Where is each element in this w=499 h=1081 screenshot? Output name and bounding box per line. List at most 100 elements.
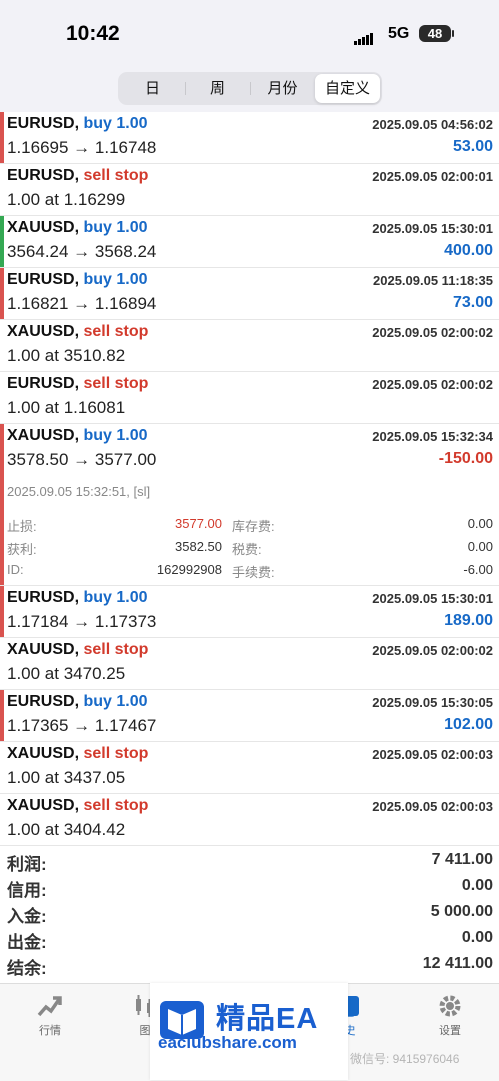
tab-settings-label: 设置: [439, 1025, 461, 1037]
trade-row[interactable]: XAUUSD, sell stop 1.00 at 3510.82 2025.09.…: [0, 320, 499, 372]
detail-id-label: ID:: [7, 562, 24, 577]
trade-row[interactable]: EURUSD, sell stop 1.00 at 1.16299 2025.09.…: [0, 164, 499, 216]
trade-datetime: 2025.09.05 02:00:01: [372, 169, 493, 184]
trade-prices: 1.16695 → 1.16748: [7, 138, 157, 157]
trade-prices: 3564.24 → 3568.24: [7, 242, 157, 261]
status-indicator-bar: [0, 424, 4, 585]
trade-title: XAUUSD, buy 1.00: [7, 219, 148, 237]
trade-symbol: EURUSD,: [7, 375, 80, 392]
trade-prices: 3578.50 → 3577.00: [7, 450, 157, 469]
trade-datetime: 2025.09.05 02:00:03: [372, 747, 493, 762]
trade-title: EURUSD, sell stop: [7, 375, 148, 393]
trade-title: XAUUSD, buy 1.00: [7, 427, 148, 445]
trade-symbol: EURUSD,: [7, 115, 80, 132]
trade-title: XAUUSD, sell stop: [7, 323, 148, 341]
trade-prices: 1.00 at 3437.05: [7, 768, 126, 787]
summary-label: 利润:: [7, 855, 47, 874]
detail-stop_loss-label: 止损:: [7, 519, 37, 534]
trade-row[interactable]: XAUUSD, sell stop 1.00 at 3470.25 2025.09.…: [0, 638, 499, 690]
trade-symbol: EURUSD,: [7, 271, 80, 288]
trade-row[interactable]: XAUUSD, sell stop 1.00 at 3404.42 2025.09.…: [0, 794, 499, 846]
network-label: 5G: [388, 25, 410, 42]
status-indicator-bar: [0, 268, 4, 319]
trade-profit: 189.00: [444, 612, 493, 629]
trade-row[interactable]: EURUSD, buy 1.00 1.16821 → 1.16894 2025.09…: [0, 268, 499, 320]
account-summary: 利润: 7 411.00 信用: 0.00 入金: 5 000.00 出金: 0.00 结余: 1…: [0, 848, 499, 978]
trade-action: buy 1.00: [83, 693, 148, 710]
ad-overlay[interactable]: 精品EA eaclubshare.com: [150, 983, 348, 1080]
trade-action: sell stop: [83, 745, 149, 762]
trade-action: sell stop: [83, 641, 149, 658]
trade-title: EURUSD, buy 1.00: [7, 115, 148, 133]
trending-icon: [10, 992, 90, 1020]
trade-symbol: XAUUSD,: [7, 323, 80, 340]
trade-datetime: 2025.09.05 11:18:35: [373, 273, 493, 288]
trade-symbol: XAUUSD,: [7, 797, 80, 814]
trade-row[interactable]: EURUSD, buy 1.00 1.17365 → 1.17467 2025.09…: [0, 690, 499, 742]
trade-datetime: 2025.09.05 15:32:34: [372, 429, 493, 444]
signal-icon: [354, 27, 374, 45]
trade-row[interactable]: EURUSD, buy 1.00 1.17184 → 1.17373 2025.09…: [0, 586, 499, 638]
trade-action: sell stop: [83, 167, 149, 184]
trade-history-list: EURUSD, buy 1.00 1.16695 → 1.16748 2025.09…: [0, 112, 499, 846]
trade-action: sell stop: [83, 797, 149, 814]
summary-value: 0.00: [461, 877, 493, 894]
trade-profit: 73.00: [452, 294, 493, 311]
trade-prices: 1.17365 → 1.17467: [7, 716, 157, 735]
trade-row[interactable]: EURUSD, sell stop 1.00 at 1.16081 2025.09.…: [0, 372, 499, 424]
trade-symbol: EURUSD,: [7, 167, 80, 184]
tab-period-0[interactable]: 日: [120, 74, 185, 103]
trade-symbol: EURUSD,: [7, 589, 80, 606]
trade-profit: 102.00: [444, 716, 493, 733]
detail-id-value: 162992908: [156, 562, 222, 577]
summary-line: 结余: 12 411.00: [0, 952, 499, 978]
detail-commission-value: -6.00: [463, 562, 493, 577]
trade-action: buy 1.00: [83, 115, 148, 132]
trade-row[interactable]: EURUSD, buy 1.00 1.16695 → 1.16748 2025.09…: [0, 112, 499, 164]
trade-title: EURUSD, buy 1.00: [7, 693, 148, 711]
summary-line: 出金: 0.00: [0, 926, 499, 952]
status-indicator-bar: [0, 690, 4, 741]
tab-period-2[interactable]: 月份: [250, 74, 315, 103]
trade-datetime: 2025.09.05 02:00:02: [372, 377, 493, 392]
detail-tax-value: 0.00: [467, 539, 493, 554]
trade-datetime: 2025.09.05 02:00:02: [372, 325, 493, 340]
watermark: 微信号: 9415976046: [350, 1052, 460, 1066]
summary-label: 信用:: [7, 881, 47, 900]
tab-period-1[interactable]: 周: [185, 74, 250, 103]
summary-line: 信用: 0.00: [0, 874, 499, 900]
trade-row[interactable]: XAUUSD, buy 1.00 3564.24 → 3568.24 2025.09…: [0, 216, 499, 268]
detail-swap-value: 0.00: [467, 516, 493, 531]
detail-commission-label: 手续费:: [232, 565, 275, 580]
trade-action: sell stop: [83, 323, 149, 340]
trade-prices: 1.00 at 1.16299: [7, 190, 126, 209]
trade-profit: -150.00: [438, 450, 493, 467]
trade-prices: 1.00 at 3404.42: [7, 820, 126, 839]
tab-period-3[interactable]: 自定义: [315, 74, 380, 103]
trade-datetime: 2025.09.05 15:30:01: [372, 591, 493, 606]
trade-title: EURUSD, buy 1.00: [7, 589, 148, 607]
status-indicator-bar: [0, 586, 4, 637]
tab-quotes[interactable]: 行情: [10, 992, 90, 1038]
trade-prices: 1.16821 → 1.16894: [7, 294, 157, 313]
trade-row[interactable]: XAUUSD, buy 1.00 3578.50 → 3577.00 2025.09…: [0, 424, 499, 586]
tab-settings[interactable]: 设置: [410, 992, 490, 1038]
summary-value: 7 411.00: [431, 851, 493, 868]
period-header: 日周月份 自定义: [0, 68, 499, 112]
trade-row[interactable]: XAUUSD, sell stop 1.00 at 3437.05 2025.09.…: [0, 742, 499, 794]
detail-take_profit-value: 3582.50: [175, 539, 222, 554]
trade-datetime: 2025.09.05 15:30:05: [372, 695, 493, 710]
trade-title: XAUUSD, sell stop: [7, 797, 148, 815]
trade-symbol: XAUUSD,: [7, 219, 80, 236]
summary-label: 结余:: [7, 959, 47, 978]
trade-action: buy 1.00: [83, 589, 148, 606]
trade-profit: 53.00: [452, 138, 493, 155]
status-bar: 10:42 5G 48: [0, 0, 499, 68]
summary-line: 入金: 5 000.00: [0, 900, 499, 926]
status-indicator-bar: [0, 112, 4, 163]
status-indicator-bar: [0, 216, 4, 267]
trade-action: buy 1.00: [83, 271, 148, 288]
trade-datetime: 2025.09.05 15:30:01: [372, 221, 493, 236]
trade-title: XAUUSD, sell stop: [7, 745, 148, 763]
trade-prices: 1.00 at 3510.82: [7, 346, 126, 365]
